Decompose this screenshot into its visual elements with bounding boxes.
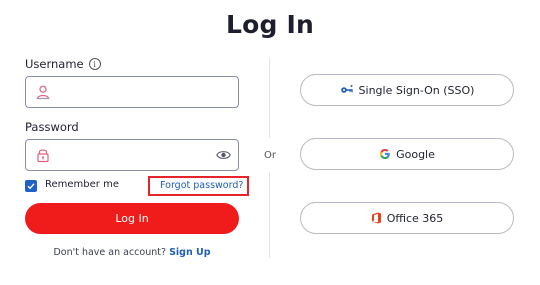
password-label: Password (25, 120, 79, 134)
lock-icon (37, 149, 49, 163)
info-icon[interactable]: i (88, 58, 101, 70)
forgot-password-link[interactable]: Forgot password? (160, 180, 243, 191)
signup-link[interactable]: Sign Up (169, 247, 210, 258)
username-field[interactable] (25, 76, 239, 108)
office365-label: Office 365 (386, 211, 444, 225)
page-title: Log In (225, 10, 314, 39)
show-password-icon[interactable] (216, 149, 231, 161)
sso-button[interactable]: Single Sign-On (SSO) (300, 74, 514, 106)
remember-checkbox[interactable] (25, 180, 37, 192)
google-label: Google (396, 147, 435, 161)
login-button[interactable]: Log In (25, 203, 239, 234)
password-label-row: Password (25, 120, 79, 134)
signup-line: Don't have an account? Sign Up (0, 247, 264, 258)
office365-button[interactable]: Office 365 (300, 202, 514, 234)
username-label: Username (25, 57, 84, 71)
username-label-row: Username i (25, 57, 101, 71)
remember-label[interactable]: Remember me (45, 179, 119, 190)
google-button[interactable]: Google (300, 138, 514, 170)
key-icon (340, 85, 353, 93)
office-icon (371, 212, 381, 224)
user-icon (36, 85, 50, 100)
password-field[interactable] (25, 139, 239, 171)
or-label: Or (264, 150, 276, 161)
no-account-text: Don't have an account? (53, 247, 167, 258)
check-icon (27, 183, 35, 190)
vertical-divider-bottom (269, 172, 270, 258)
google-icon (380, 149, 390, 159)
sso-label: Single Sign-On (SSO) (358, 83, 475, 97)
vertical-divider-top (269, 58, 270, 138)
